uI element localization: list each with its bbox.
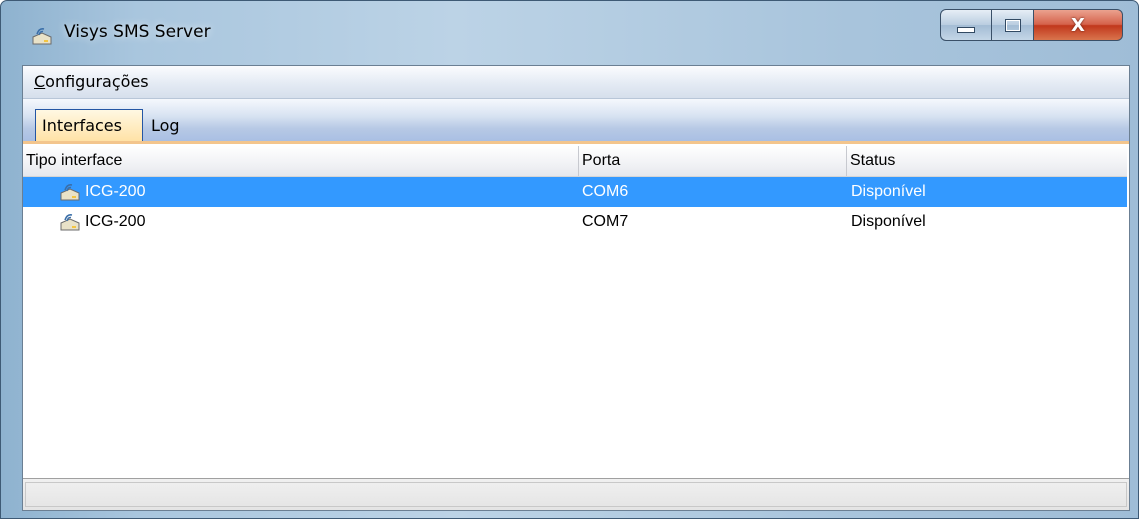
column-header-porta[interactable]: Porta [579,146,847,176]
cell-status: Disponível [851,213,926,230]
menu-bar: Configurações [23,66,1129,99]
cell-porta: COM6 [582,183,629,200]
list-header: Tipo interface Porta Status [23,146,1127,177]
menu-accelerator: C [34,72,46,91]
menu-configuracoes[interactable]: Configurações [34,72,149,91]
caption-buttons: X [940,9,1123,43]
modem-icon [32,28,52,45]
close-icon: X [1071,14,1085,36]
app-window: Visys SMS Server X Configurações Interfa… [0,0,1139,519]
tab-interfaces[interactable]: Interfaces [35,109,143,141]
modem-icon [60,214,80,231]
modem-icon [60,184,80,201]
table-row[interactable]: ICG-200 COM7 Disponível [23,207,1127,237]
column-header-status[interactable]: Status [847,146,1127,176]
interfaces-list[interactable]: Tipo interface Porta Status ICG-200 COM6… [23,146,1129,479]
minimize-icon [957,27,975,33]
cell-porta: COM7 [582,213,629,230]
maximize-button[interactable] [992,9,1034,41]
table-row[interactable]: ICG-200 COM6 Disponível [23,177,1127,207]
window-title: Visys SMS Server [64,22,211,42]
cell-tipo: ICG-200 [85,183,146,200]
menu-label-rest: onfigurações [45,72,149,91]
cell-tipo: ICG-200 [85,213,146,230]
column-header-tipo[interactable]: Tipo interface [23,146,579,176]
status-bar [23,478,1129,510]
title-bar[interactable]: Visys SMS Server X [1,1,1138,65]
minimize-button[interactable] [940,9,992,41]
cell-status: Disponível [851,183,926,200]
close-button[interactable]: X [1034,9,1123,41]
tab-log[interactable]: Log [145,109,197,141]
maximize-icon [1004,18,1021,32]
tab-bar: Interfaces Log [23,99,1129,144]
client-area: Configurações Interfaces Log Tipo interf… [22,65,1130,511]
status-panel [25,482,1127,507]
